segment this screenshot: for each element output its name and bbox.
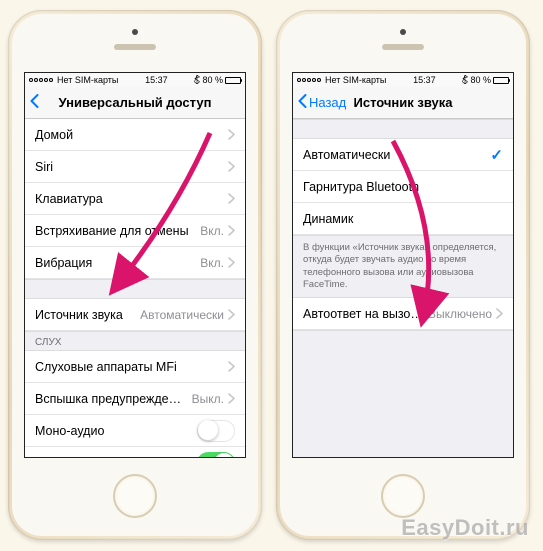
row-noise-cancel[interactable]: Шумоподавление телефона bbox=[25, 447, 245, 458]
group-gap bbox=[293, 119, 513, 139]
section-footer-text: В функции «Источник звука» определяется,… bbox=[303, 242, 503, 291]
earpiece-speaker bbox=[114, 44, 156, 50]
row-mfi-hearing[interactable]: Слуховые аппараты MFi bbox=[25, 351, 245, 383]
toggle-mono-audio[interactable] bbox=[197, 420, 235, 442]
row-detail: Вкл. bbox=[200, 256, 224, 270]
row-auto[interactable]: Автоматически ✓ bbox=[293, 139, 513, 171]
row-label: Siri bbox=[35, 160, 224, 174]
battery-icon bbox=[225, 77, 241, 84]
group-gap bbox=[293, 330, 513, 458]
checkmark-icon: ✓ bbox=[490, 146, 503, 164]
nav-title: Универсальный доступ bbox=[59, 95, 212, 110]
row-label: Моно-аудио bbox=[35, 424, 193, 438]
row-vibration[interactable]: Вибрация Вкл. bbox=[25, 247, 245, 279]
row-label: Шумоподавление телефона bbox=[35, 456, 193, 459]
battery-pct: 80 % bbox=[202, 75, 223, 85]
section-footer-desc: В функции «Источник звука» определяется,… bbox=[293, 235, 513, 298]
row-mono-audio[interactable]: Моно-аудио bbox=[25, 415, 245, 447]
status-time: 15:37 bbox=[413, 75, 436, 85]
group-gap bbox=[25, 279, 245, 299]
row-keyboard[interactable]: Клавиатура bbox=[25, 183, 245, 215]
row-home[interactable]: Домой bbox=[25, 119, 245, 151]
earpiece-speaker bbox=[382, 44, 424, 50]
row-detail: Автоматически bbox=[140, 308, 224, 322]
row-bt-headset[interactable]: Гарнитура Bluetooth bbox=[293, 171, 513, 203]
battery-pct: 80 % bbox=[470, 75, 491, 85]
row-detail: Вкл. bbox=[200, 224, 224, 238]
phone-left: Нет SIM-карты 15:37 80 % bbox=[8, 10, 262, 540]
row-flash-alerts[interactable]: Вспышка предупреждений Выкл. bbox=[25, 383, 245, 415]
nav-bar: Назад Источник звука bbox=[293, 87, 513, 119]
screen-left: Нет SIM-карты 15:37 80 % bbox=[24, 72, 246, 458]
row-detail: Выключено bbox=[428, 307, 492, 321]
camera-dot bbox=[132, 29, 138, 35]
row-label: Клавиатура bbox=[35, 192, 224, 206]
chevron-right-icon bbox=[228, 193, 235, 204]
camera-dot bbox=[400, 29, 406, 35]
screen-right: Нет SIM-карты 15:37 80 % bbox=[292, 72, 514, 458]
row-label: Домой bbox=[35, 128, 224, 142]
battery-icon bbox=[493, 77, 509, 84]
chevron-right-icon bbox=[228, 257, 235, 268]
row-audio-source[interactable]: Источник звука Автоматически bbox=[25, 299, 245, 331]
chevron-right-icon bbox=[228, 225, 235, 236]
bluetooth-icon bbox=[194, 75, 200, 86]
row-speaker[interactable]: Динамик bbox=[293, 203, 513, 235]
row-label: Источник звука bbox=[35, 308, 136, 322]
chevron-right-icon bbox=[228, 361, 235, 372]
row-label: Динамик bbox=[303, 212, 503, 226]
row-label: Автоответ на вызовы bbox=[303, 307, 424, 321]
row-label: Встряхивание для отмены bbox=[35, 224, 196, 238]
watermark: EasyDoit.ru bbox=[401, 515, 529, 541]
row-label: Автоматически bbox=[303, 148, 486, 162]
status-bar: Нет SIM-карты 15:37 80 % bbox=[293, 73, 513, 87]
section-header-label: слух bbox=[35, 337, 61, 348]
row-label: Вспышка предупреждений bbox=[35, 392, 188, 406]
chevron-right-icon bbox=[228, 393, 235, 404]
signal-icon bbox=[297, 78, 321, 82]
toggle-noise-cancel[interactable] bbox=[197, 452, 235, 459]
home-button[interactable] bbox=[113, 474, 157, 518]
chevron-left-icon bbox=[297, 94, 308, 111]
status-bar: Нет SIM-карты 15:37 80 % bbox=[25, 73, 245, 87]
home-button[interactable] bbox=[381, 474, 425, 518]
row-auto-answer[interactable]: Автоответ на вызовы Выключено bbox=[293, 298, 513, 330]
row-detail: Выкл. bbox=[192, 392, 224, 406]
nav-title: Источник звука bbox=[354, 95, 453, 110]
row-shake-undo[interactable]: Встряхивание для отмены Вкл. bbox=[25, 215, 245, 247]
phone-right: Нет SIM-карты 15:37 80 % bbox=[276, 10, 530, 540]
row-label: Гарнитура Bluetooth bbox=[303, 180, 503, 194]
chevron-right-icon bbox=[496, 308, 503, 319]
back-button[interactable]: Назад bbox=[297, 94, 346, 111]
signal-icon bbox=[29, 78, 53, 82]
bluetooth-icon bbox=[462, 75, 468, 86]
chevron-right-icon bbox=[228, 161, 235, 172]
chevron-left-icon bbox=[29, 94, 40, 111]
row-label: Слуховые аппараты MFi bbox=[35, 360, 224, 374]
row-label: Вибрация bbox=[35, 256, 196, 270]
phone-hardware-top bbox=[280, 14, 526, 72]
row-siri[interactable]: Siri bbox=[25, 151, 245, 183]
back-label: Назад bbox=[309, 95, 346, 110]
section-header-hearing: слух bbox=[25, 331, 245, 351]
chevron-right-icon bbox=[228, 129, 235, 140]
carrier-label: Нет SIM-карты bbox=[57, 75, 118, 85]
carrier-label: Нет SIM-карты bbox=[325, 75, 386, 85]
back-button[interactable] bbox=[29, 94, 40, 111]
chevron-right-icon bbox=[228, 309, 235, 320]
status-time: 15:37 bbox=[145, 75, 168, 85]
phone-hardware-top bbox=[12, 14, 258, 72]
nav-bar: Универсальный доступ bbox=[25, 87, 245, 119]
